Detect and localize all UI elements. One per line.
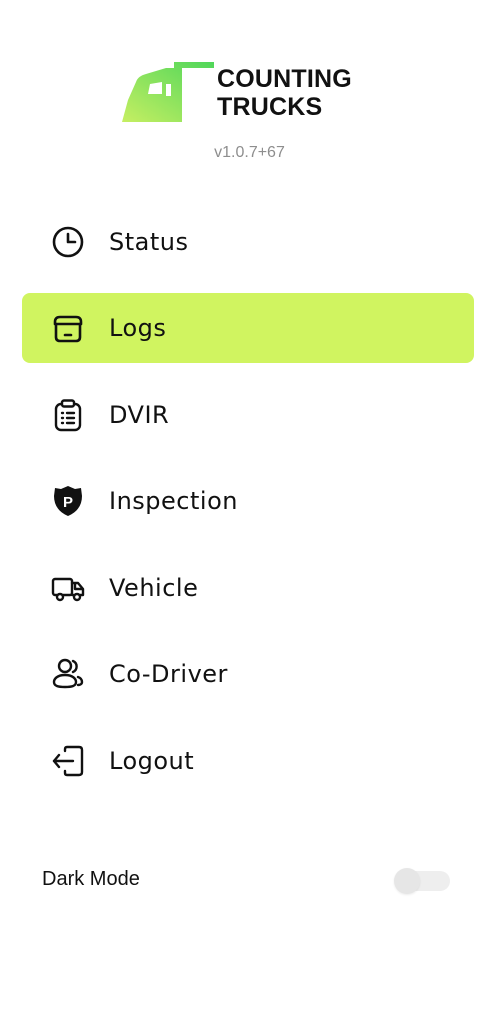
menu-item-label: Co-Driver — [109, 660, 228, 688]
clipboard-icon — [50, 397, 86, 433]
clock-icon — [50, 224, 86, 260]
menu-item-label: DVIR — [109, 401, 170, 429]
brand-name-line2: TRUCKS — [217, 93, 323, 121]
users-icon — [50, 656, 86, 692]
dark-mode-setting: Dark Mode — [0, 860, 499, 900]
logs-icon — [50, 310, 86, 346]
svg-text:P: P — [63, 494, 73, 511]
menu-item-vehicle[interactable]: Vehicle — [22, 553, 474, 623]
police-badge-icon: P — [50, 483, 86, 519]
menu-item-label: Logout — [109, 747, 195, 775]
menu-item-label: Logs — [109, 314, 167, 342]
menu-item-co-driver[interactable]: Co-Driver — [22, 639, 474, 709]
menu-item-label: Status — [109, 228, 189, 256]
truck-icon — [50, 570, 86, 606]
menu-item-dvir[interactable]: DVIR — [22, 380, 474, 450]
menu-item-inspection[interactable]: P Inspection — [22, 466, 474, 536]
toggle-thumb — [394, 868, 420, 894]
dark-mode-label: Dark Mode — [42, 868, 140, 890]
menu-item-logs[interactable]: Logs — [22, 293, 474, 363]
brand-name: COUNTING TRUCKS — [217, 65, 352, 121]
menu-item-logout[interactable]: Logout — [22, 726, 474, 796]
truck-logo-icon — [122, 62, 214, 122]
navigation-drawer: COUNTING TRUCKS v1.0.7+67 Status Logs DV… — [0, 0, 499, 1024]
logout-icon — [50, 743, 86, 779]
menu-item-label: Inspection — [109, 487, 238, 515]
dark-mode-toggle[interactable] — [394, 868, 456, 894]
menu-item-status[interactable]: Status — [22, 207, 474, 277]
app-version: v1.0.7+67 — [214, 144, 285, 161]
brand-logo: COUNTING TRUCKS — [122, 60, 382, 126]
brand-name-line1: COUNTING — [217, 65, 352, 93]
menu-item-label: Vehicle — [109, 574, 199, 602]
